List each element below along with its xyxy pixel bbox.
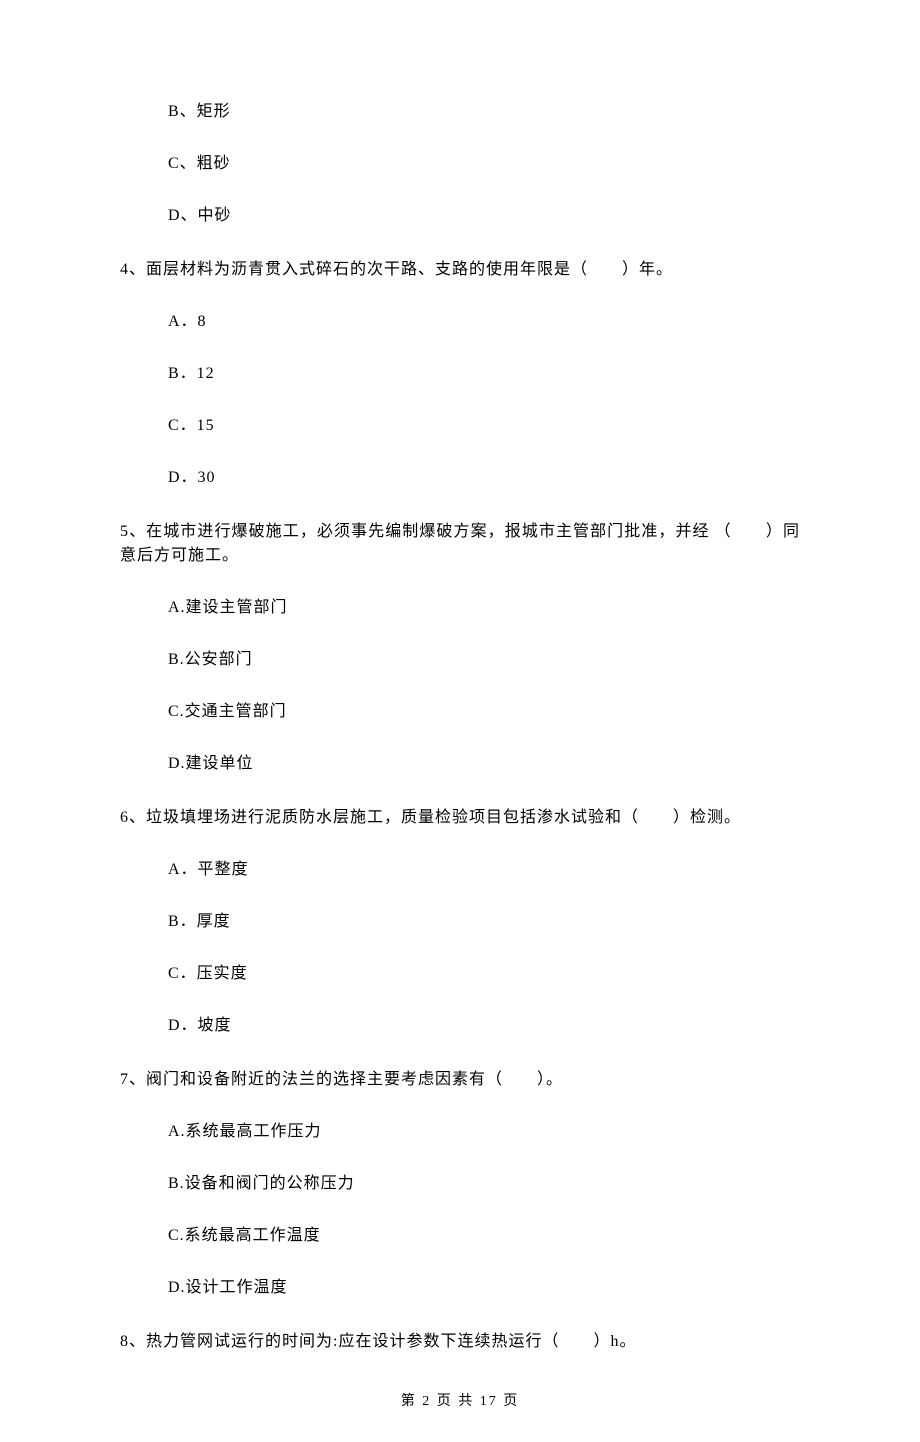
option-text: A．8 [168,313,207,330]
option-text: B.设备和阀门的公称压力 [168,1175,355,1192]
option-text: C．压实度 [168,965,248,982]
option-text: C．15 [168,417,215,434]
option-text: B．12 [168,365,215,382]
question-options: A．8 B．12 C．15 D．30 [120,310,800,490]
option-text: B.公安部门 [168,651,253,668]
option-item: D.建设单位 [168,752,800,776]
question-8: 8、热力管网试运行的时间为:应在设计参数下连续热运行（ ）h。 [120,1330,800,1354]
option-text: C.系统最高工作温度 [168,1227,321,1244]
option-text: A．平整度 [168,861,249,878]
option-item: A.建设主管部门 [168,596,800,620]
page-number: 第 2 页 共 17 页 [401,1394,520,1409]
option-text: A.系统最高工作压力 [168,1123,322,1140]
option-item: A．8 [168,310,800,334]
question-options: A.建设主管部门 B.公安部门 C.交通主管部门 D.建设单位 [120,596,800,776]
option-item: C．压实度 [168,962,800,986]
option-item: A.系统最高工作压力 [168,1120,800,1144]
option-item: C．15 [168,414,800,438]
option-item: D.设计工作温度 [168,1276,800,1300]
option-item: B．12 [168,362,800,386]
question-6: 6、垃圾填埋场进行泥质防水层施工，质量检验项目包括渗水试验和（ ）检测。 A．平… [120,806,800,1038]
question-text: 8、热力管网试运行的时间为:应在设计参数下连续热运行（ ）h。 [120,1330,800,1354]
content-area: B、矩形 C、粗砂 D、中砂 4、面层材料为沥青贯入式碎石的次干路、支路的使用年… [0,0,920,1442]
option-text: D、中砂 [168,207,232,224]
option-text: C、粗砂 [168,155,231,172]
option-item: A．平整度 [168,858,800,882]
question-text: 6、垃圾填埋场进行泥质防水层施工，质量检验项目包括渗水试验和（ ）检测。 [120,806,800,830]
question-5: 5、在城市进行爆破施工，必须事先编制爆破方案，报城市主管部门批准，并经 （ ）同… [120,520,800,776]
question-text: 7、阀门和设备附近的法兰的选择主要考虑因素有（ ）。 [120,1068,800,1092]
option-text: A.建设主管部门 [168,599,288,616]
option-text: B．厚度 [168,913,231,930]
question-7: 7、阀门和设备附近的法兰的选择主要考虑因素有（ ）。 A.系统最高工作压力 B.… [120,1068,800,1300]
question-options: A．平整度 B．厚度 C．压实度 D．坡度 [120,858,800,1038]
page-container: B、矩形 C、粗砂 D、中砂 4、面层材料为沥青贯入式碎石的次干路、支路的使用年… [0,0,920,1442]
option-item: D．坡度 [168,1014,800,1038]
option-item: B.公安部门 [168,648,800,672]
option-text: C.交通主管部门 [168,703,287,720]
option-item: C.系统最高工作温度 [168,1224,800,1248]
page-footer: 第 2 页 共 17 页 [0,1391,920,1412]
option-item: D、中砂 [168,204,800,228]
question-text: 4、面层材料为沥青贯入式碎石的次干路、支路的使用年限是（ ）年。 [120,258,800,282]
option-text: D.建设单位 [168,755,254,772]
option-item: B、矩形 [168,100,800,124]
option-text: D.设计工作温度 [168,1279,288,1296]
option-text: D．坡度 [168,1017,232,1034]
question-options: A.系统最高工作压力 B.设备和阀门的公称压力 C.系统最高工作温度 D.设计工… [120,1120,800,1300]
option-item: C.交通主管部门 [168,700,800,724]
option-item: B．厚度 [168,910,800,934]
option-item: C、粗砂 [168,152,800,176]
question-4: 4、面层材料为沥青贯入式碎石的次干路、支路的使用年限是（ ）年。 A．8 B．1… [120,258,800,490]
option-text: B、矩形 [168,103,231,120]
option-text: D．30 [168,469,216,486]
option-item: B.设备和阀门的公称压力 [168,1172,800,1196]
prev-question-options: B、矩形 C、粗砂 D、中砂 [120,100,800,228]
question-text: 5、在城市进行爆破施工，必须事先编制爆破方案，报城市主管部门批准，并经 （ ）同… [120,520,800,568]
option-item: D．30 [168,466,800,490]
